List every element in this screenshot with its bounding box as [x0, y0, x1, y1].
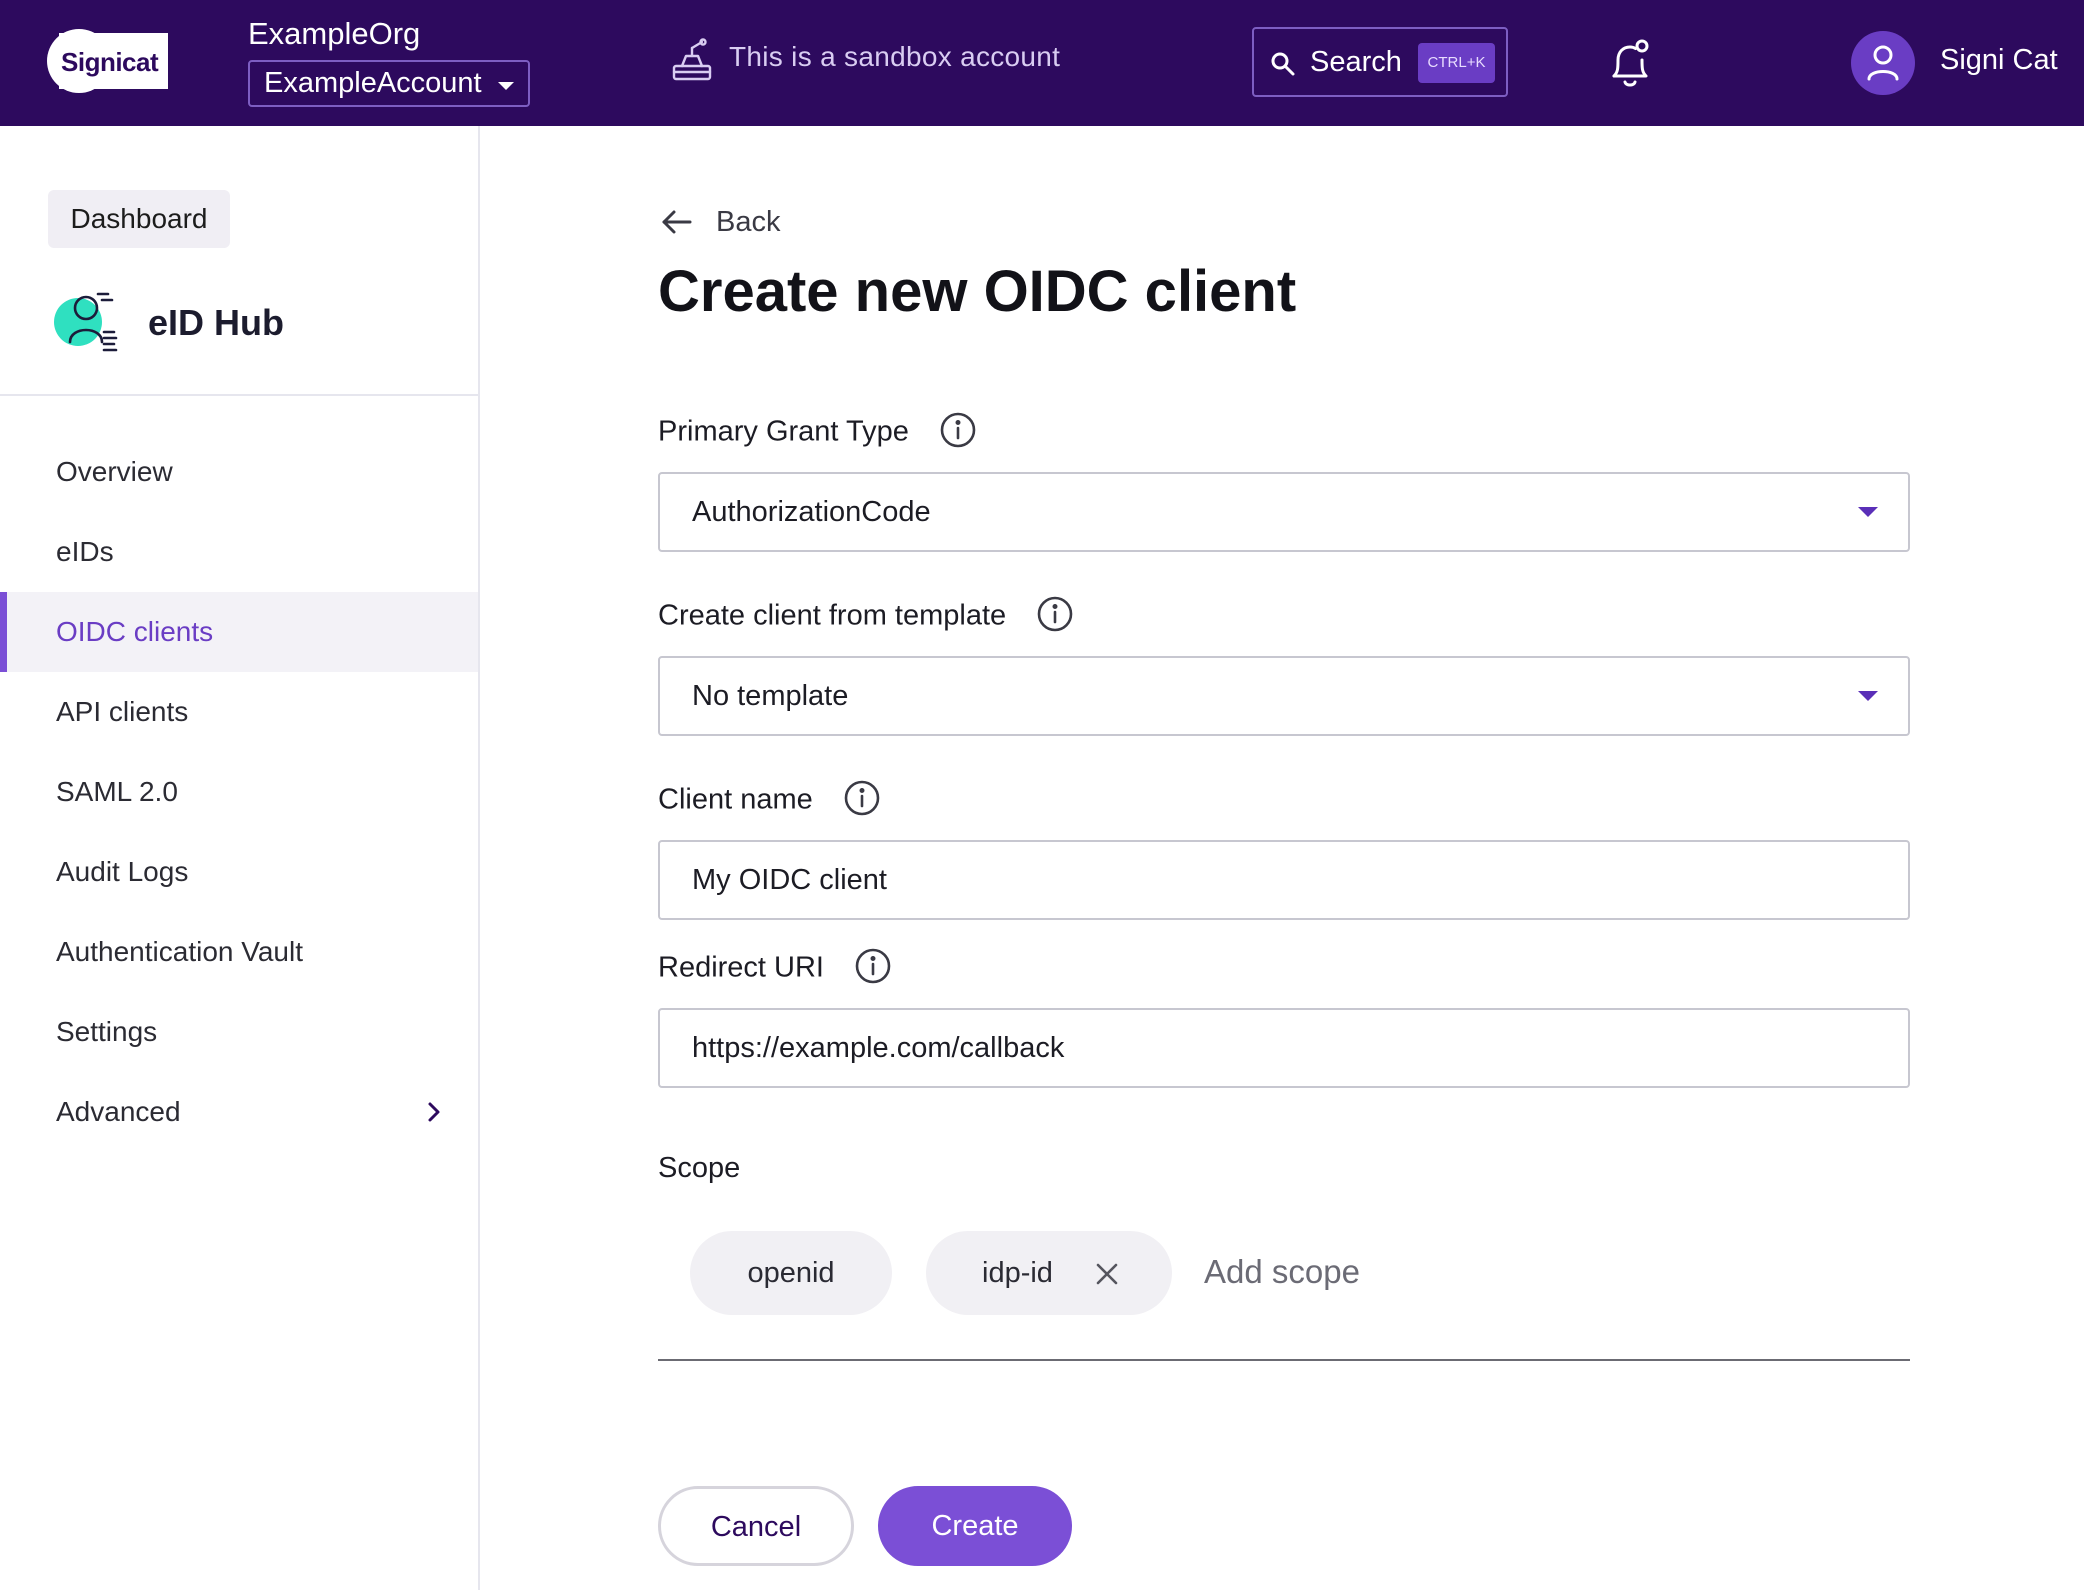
scope-chip-label: idp-id [982, 1257, 1053, 1289]
redirect-uri-label-text: Redirect URI [658, 951, 824, 984]
grant-type-label: Primary Grant Type [658, 411, 977, 452]
scope-label: Scope [658, 1152, 741, 1184]
product-header: eID Hub [48, 286, 448, 356]
sidebar-item-label: Advanced [56, 1096, 181, 1127]
sidebar-item-audit-logs[interactable]: Audit Logs [0, 832, 478, 912]
user-avatar[interactable] [1851, 31, 1915, 95]
user-icon [1867, 45, 1899, 81]
account-name: ExampleAccount [264, 67, 482, 99]
scope-underline [658, 1359, 1910, 1361]
client-name-label-text: Client name [658, 783, 813, 816]
org-name: ExampleOrg [248, 16, 421, 51]
sidebar-item-advanced[interactable]: Advanced [0, 1072, 478, 1152]
sidebar-item-eids[interactable]: eIDs [0, 512, 478, 592]
sidebar-item-oidc-clients[interactable]: OIDC clients [0, 592, 478, 672]
sidebar-item-saml[interactable]: SAML 2.0 [0, 752, 478, 832]
dashboard-button[interactable]: Dashboard [48, 190, 230, 248]
caret-down-icon [1858, 507, 1878, 517]
sidebar: Dashboard eID Hub Overview eIDs OIDC cli… [0, 126, 480, 1590]
template-value: No template [692, 680, 849, 712]
template-select[interactable]: No template [658, 656, 1910, 736]
sandbox-notice: This is a sandbox account [729, 41, 1061, 72]
account-selector[interactable]: ExampleAccount [248, 60, 530, 107]
product-name: eID Hub [148, 302, 285, 343]
logo-text: Signicat [61, 47, 159, 77]
search-icon [1271, 52, 1295, 76]
grant-type-select[interactable]: AuthorizationCode [658, 472, 1910, 552]
eid-hub-logo-icon [54, 292, 118, 352]
arrow-left-icon [662, 210, 692, 234]
caret-down-icon [498, 82, 514, 90]
main-content: Back Create new OIDC client Primary Gran… [480, 126, 2084, 1590]
top-bar: Signicat ExampleOrg ExampleAccount This … [0, 0, 2084, 126]
page-title: Create new OIDC client [658, 259, 1297, 324]
search-label: Search [1310, 46, 1402, 78]
sidebar-item-api-clients[interactable]: API clients [0, 672, 478, 752]
redirect-uri-label: Redirect URI [658, 947, 892, 988]
info-icon[interactable] [843, 779, 881, 817]
sidebar-item-overview[interactable]: Overview [0, 432, 478, 512]
sidebar-nav: Overview eIDs OIDC clients API clients S… [0, 432, 478, 1152]
chevron-right-icon [428, 1102, 440, 1122]
info-icon[interactable] [1036, 595, 1074, 633]
notification-bell-icon[interactable] [1608, 36, 1652, 90]
cancel-button[interactable]: Cancel [658, 1486, 854, 1566]
sandbox-icon [672, 38, 712, 81]
scope-chip-idp-id: idp-id [926, 1231, 1172, 1315]
close-icon[interactable] [1096, 1263, 1118, 1285]
client-name-input[interactable]: My OIDC client [658, 840, 1910, 920]
grant-type-label-text: Primary Grant Type [658, 415, 909, 448]
info-icon[interactable] [854, 947, 892, 985]
sidebar-item-settings[interactable]: Settings [0, 992, 478, 1072]
search-shortcut-badge: CTRL+K [1418, 43, 1495, 83]
search-button[interactable]: Search CTRL+K [1252, 27, 1508, 97]
scope-chip-openid: openid [690, 1231, 892, 1315]
back-label: Back [716, 206, 781, 238]
user-name[interactable]: Signi Cat [1940, 44, 2058, 77]
client-name-label: Client name [658, 779, 881, 820]
template-label: Create client from template [658, 595, 1074, 636]
info-icon[interactable] [939, 411, 977, 449]
grant-type-value: AuthorizationCode [692, 496, 931, 528]
signicat-logo[interactable]: Signicat [47, 29, 168, 93]
scope-chip-label: openid [747, 1257, 835, 1289]
add-scope-input[interactable]: Add scope [1204, 1253, 1360, 1291]
sidebar-divider [0, 394, 478, 396]
redirect-uri-input[interactable]: https://example.com/callback [658, 1008, 1910, 1088]
template-label-text: Create client from template [658, 599, 1007, 632]
sidebar-item-authentication-vault[interactable]: Authentication Vault [0, 912, 478, 992]
caret-down-icon [1858, 691, 1878, 701]
create-button[interactable]: Create [878, 1486, 1072, 1566]
